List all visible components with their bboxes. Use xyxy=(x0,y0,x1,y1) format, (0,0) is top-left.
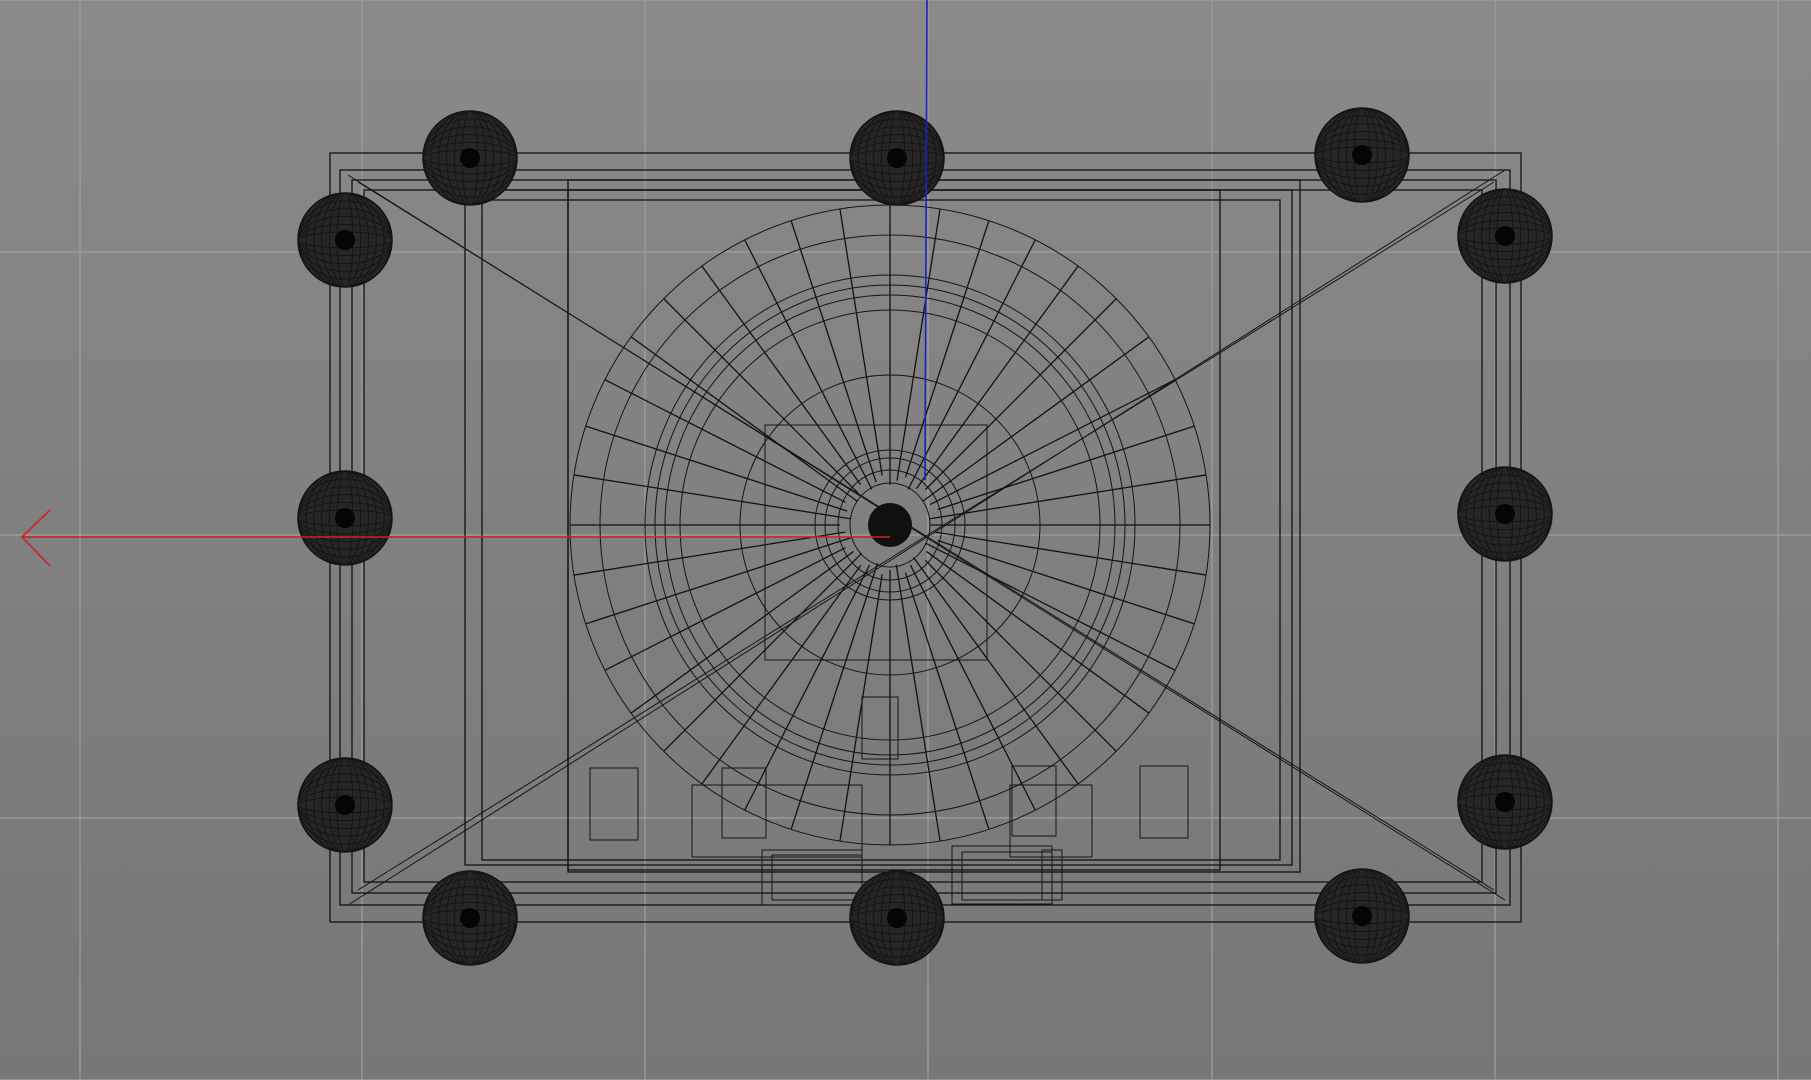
wireframe-sphere xyxy=(422,870,518,966)
wireframe-sphere xyxy=(1314,107,1410,203)
wireframe-sphere xyxy=(1457,188,1553,284)
wireframe-sphere xyxy=(1314,868,1410,964)
disc-spoke xyxy=(895,564,941,842)
vertical-axis-line xyxy=(924,0,928,481)
frame-detail-box xyxy=(589,767,639,841)
sphere-pole xyxy=(335,795,355,815)
frame-detail-box xyxy=(861,696,899,760)
frame-detail-box xyxy=(1139,765,1189,839)
disc-spoke xyxy=(790,220,877,483)
disc-spoke xyxy=(573,474,851,520)
disc-spoke xyxy=(663,298,859,494)
sphere-pole xyxy=(887,908,907,928)
disc-spoke xyxy=(701,565,862,785)
frame-detail-box xyxy=(721,767,767,839)
disc-center-square xyxy=(764,424,988,661)
wireframe-sphere xyxy=(849,870,945,966)
disc-spoke xyxy=(925,542,1176,671)
disc-spoke xyxy=(926,550,1150,714)
disc-spoke xyxy=(790,562,879,830)
wireframe-sphere xyxy=(297,192,393,288)
sphere-pole xyxy=(1495,504,1515,524)
disc-spoke xyxy=(907,239,1036,490)
disc-spoke xyxy=(929,474,1207,520)
frame-detail-box xyxy=(691,784,863,858)
disc-spoke xyxy=(663,552,863,752)
sphere-pole xyxy=(460,908,480,928)
wireframe-spoked-disc xyxy=(569,204,1211,846)
sphere-pole xyxy=(335,230,355,250)
disc-spoke xyxy=(921,336,1150,503)
x-axis-arrow-icon xyxy=(20,509,51,567)
viewport-scene[interactable] xyxy=(0,0,1811,1080)
disc-spoke xyxy=(744,239,873,490)
3d-viewport[interactable] xyxy=(0,0,1811,1080)
sphere-pole xyxy=(1352,145,1372,165)
wireframe-sphere xyxy=(849,110,945,206)
disc-spoke xyxy=(630,336,859,503)
disc-spoke xyxy=(630,550,854,714)
disc-spoke xyxy=(585,536,853,625)
wireframe-sphere xyxy=(297,470,393,566)
sphere-pole xyxy=(887,148,907,168)
disc-spoke xyxy=(915,265,1079,489)
wireframe-sphere xyxy=(1457,466,1553,562)
world-axes xyxy=(20,0,928,567)
wireframe-sphere xyxy=(1457,754,1553,850)
sphere-pole xyxy=(1495,792,1515,812)
frame-edge xyxy=(567,179,1301,873)
sphere-pole xyxy=(1495,226,1515,246)
frame-detail-box xyxy=(951,845,1053,905)
frame-detail-box xyxy=(761,849,863,906)
disc-hub xyxy=(868,503,912,547)
sphere-pole xyxy=(460,148,480,168)
disc-spoke xyxy=(585,425,848,512)
wireframe-sphere xyxy=(422,110,518,206)
disc-spoke xyxy=(701,265,862,485)
sphere-pole xyxy=(335,508,355,528)
sphere-pole xyxy=(1352,906,1372,926)
wireframe-sphere xyxy=(297,757,393,853)
